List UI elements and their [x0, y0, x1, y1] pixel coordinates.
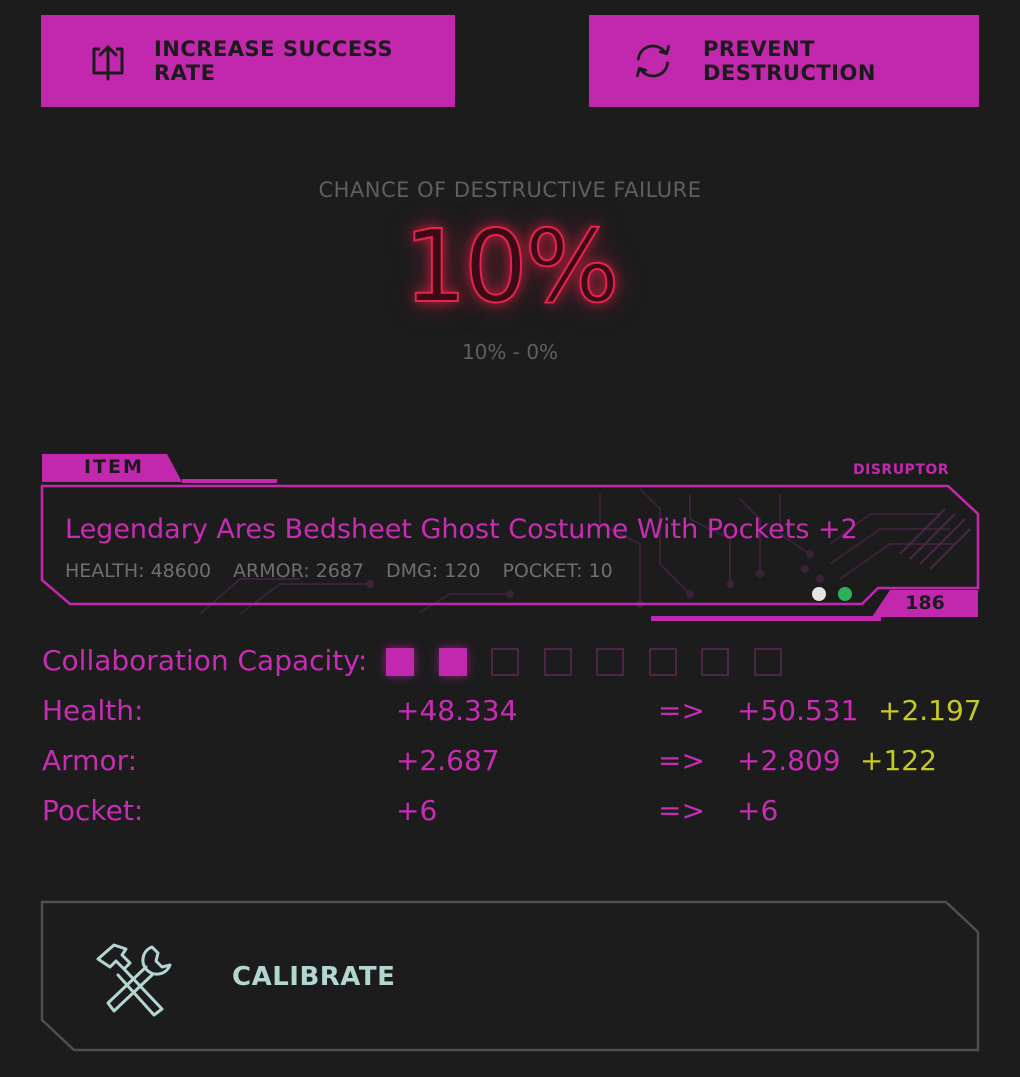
capacity-slot [491, 648, 519, 676]
item-stat-health: HEALTH: 48600 [65, 560, 212, 582]
health-label: Health: [42, 694, 144, 727]
capacity-slot [438, 648, 467, 676]
pocket-next: +6 [737, 794, 779, 827]
prevent-destruction-label: PREVENT DESTRUCTION [703, 37, 876, 85]
armor-next: +2.809 [737, 744, 841, 777]
pocket-arrow: => [658, 794, 705, 827]
health-arrow: => [658, 694, 705, 727]
item-name: Legendary Ares Bedsheet Ghost Costume Wi… [65, 514, 858, 545]
item-stat-pocket: POCKET: 10 [502, 560, 613, 582]
armor-arrow: => [658, 744, 705, 777]
capacity-slot [648, 648, 677, 676]
status-dot-white [812, 587, 826, 601]
card-underline [651, 616, 881, 621]
share-upload-icon [87, 39, 130, 83]
item-level: 186 [905, 592, 945, 614]
increase-success-rate-button[interactable]: INCREASE SUCCESS RATE [41, 15, 455, 107]
item-stats: HEALTH: 48600 ARMOR: 2687 DMG: 120 POCKE… [65, 560, 613, 582]
chance-label: CHANCE OF DESTRUCTIVE FAILURE [318, 178, 702, 202]
armor-diff: +122 [860, 744, 937, 777]
hammer-wrench-icon [96, 943, 172, 1017]
item-tab-accent-line [182, 479, 277, 483]
armor-label: Armor: [42, 744, 138, 777]
capacity-slot [701, 648, 729, 676]
increase-success-rate-label: INCREASE SUCCESS RATE [153, 37, 393, 85]
capacity-slot [596, 648, 624, 676]
collaboration-label: Collaboration Capacity: [42, 644, 368, 677]
capacity-slot [543, 648, 572, 676]
refresh-cycle-icon [631, 39, 675, 83]
calibrate-label: CALIBRATE [232, 962, 396, 992]
item-tab-label: ITEM [84, 456, 144, 478]
armor-current: +2.687 [396, 744, 500, 777]
capacity-slot [753, 648, 782, 676]
item-type: DISRUPTOR [853, 462, 950, 478]
upgrade-screen: INCREASE SUCCESS RATE PREVENT DESTRUCTIO… [0, 0, 1020, 1077]
chance-range: 10% - 0% [461, 340, 559, 364]
item-stat-armor: ARMOR: 2687 [233, 560, 365, 582]
chance-value: 10% [402, 207, 620, 326]
capacity-slot [386, 648, 414, 676]
health-next: +50.531 [737, 694, 859, 727]
health-diff: +2.197 [878, 694, 982, 727]
item-stat-dmg: DMG: 120 [386, 560, 481, 582]
pocket-current: +6 [396, 794, 438, 827]
health-current: +48.334 [396, 694, 518, 727]
pocket-label: Pocket: [42, 794, 144, 827]
prevent-destruction-button[interactable]: PREVENT DESTRUCTION [589, 15, 979, 107]
status-dot-green [838, 587, 852, 601]
